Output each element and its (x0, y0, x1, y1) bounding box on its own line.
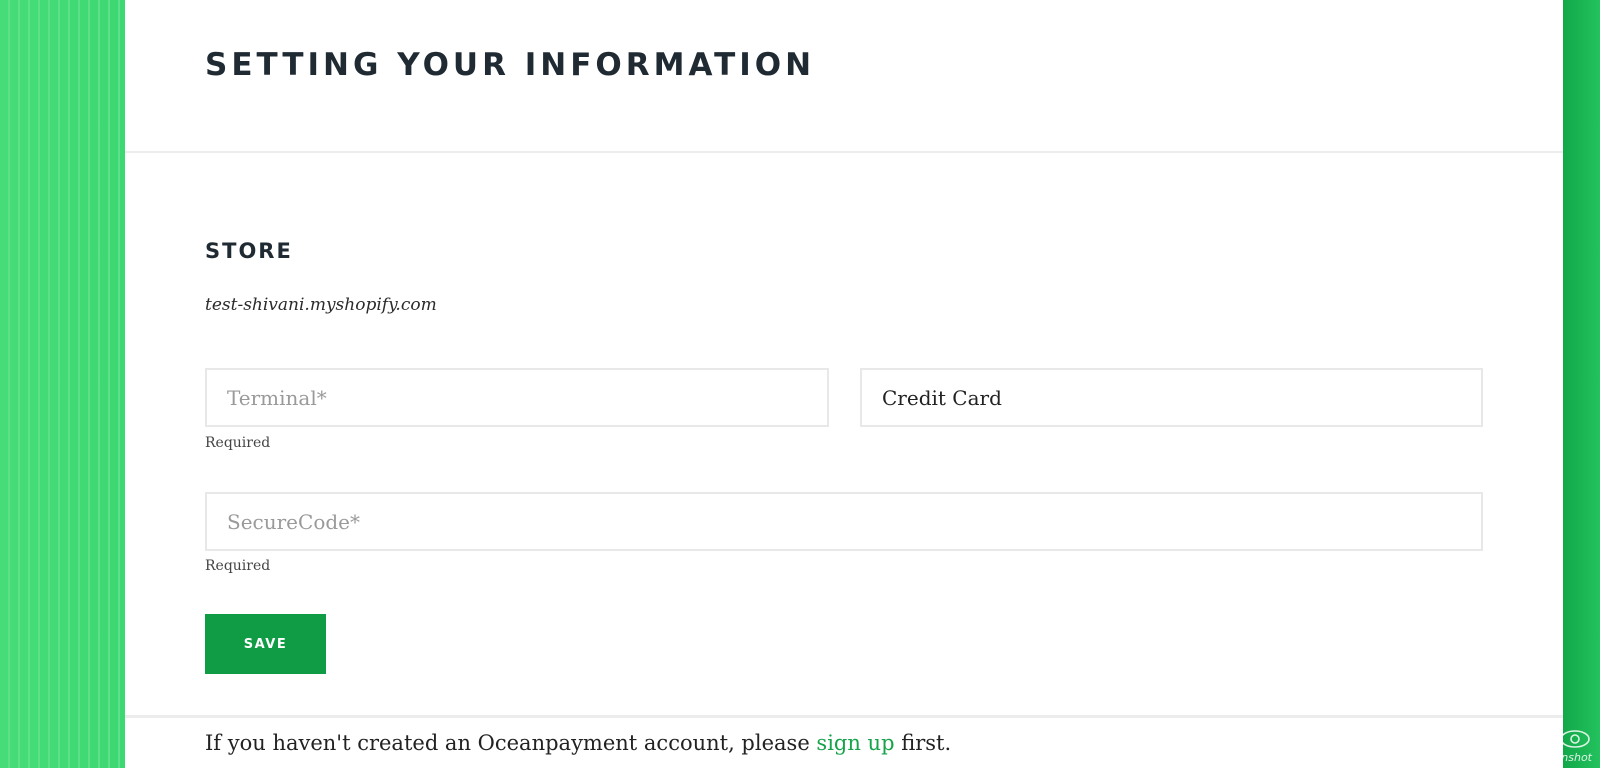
signup-prompt-prefix: If you haven't created an Oceanpayment a… (205, 731, 817, 755)
signup-prompt-suffix: first. (894, 731, 952, 755)
store-domain: test-shivani.myshopify.com (205, 295, 437, 315)
right-background-strip (1563, 0, 1600, 768)
terminal-input[interactable] (205, 368, 829, 427)
eye-icon (1560, 730, 1590, 748)
sign-up-link[interactable]: sign up (816, 731, 894, 755)
store-section-title: STORE (205, 239, 293, 263)
footer-divider (125, 715, 1563, 718)
watermark-text: jetScreenshot (1516, 751, 1592, 764)
watermark: jetScreenshot (1516, 728, 1592, 764)
signup-prompt: If you haven't created an Oceanpayment a… (205, 731, 951, 755)
terminal-required-hint: Required (205, 435, 271, 451)
save-button[interactable]: SAVE (205, 614, 326, 674)
secure-code-input[interactable] (205, 492, 1483, 551)
payment-method-input[interactable] (860, 368, 1483, 427)
settings-form: STORE test-shivani.myshopify.com Require… (125, 153, 1563, 768)
left-background-pattern (0, 0, 125, 768)
page-title: SETTING YOUR INFORMATION (205, 46, 816, 83)
panel-header: SETTING YOUR INFORMATION (125, 0, 1563, 153)
secure-code-required-hint: Required (205, 558, 271, 574)
settings-panel: SETTING YOUR INFORMATION STORE test-shiv… (125, 0, 1563, 768)
